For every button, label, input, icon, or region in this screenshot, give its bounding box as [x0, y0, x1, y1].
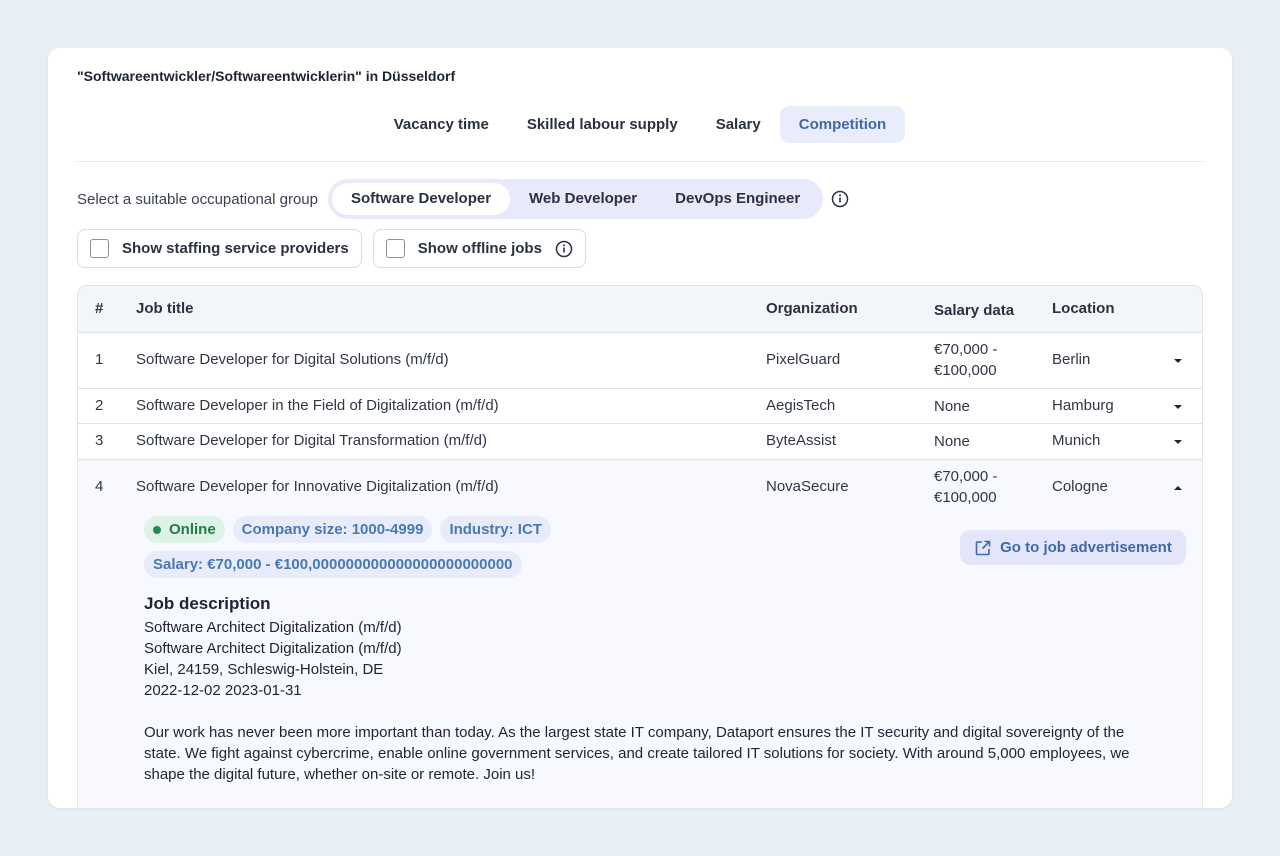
- row-location: Cologne: [1052, 478, 1108, 495]
- row-location: Berlin: [1052, 351, 1091, 368]
- header-location: Location: [1052, 300, 1115, 317]
- description-line: Software Architect Digitalization (m/f/d…: [144, 619, 402, 636]
- chevron-down-icon[interactable]: [1173, 356, 1183, 366]
- table-row[interactable]: 1 Software Developer for Digital Solutio…: [78, 333, 1202, 389]
- offline-jobs-checkbox[interactable]: Show offline jobs: [372, 229, 586, 268]
- table-row[interactable]: 2 Software Developer in the Field of Dig…: [78, 389, 1202, 424]
- info-icon[interactable]: [831, 190, 849, 208]
- row-job-title: Software Developer in the Field of Digit…: [136, 397, 499, 414]
- status-label: Online: [169, 521, 216, 538]
- row-salary: None: [934, 433, 970, 450]
- info-icon[interactable]: [555, 240, 573, 258]
- group-option-web-developer[interactable]: Web Developer: [510, 183, 656, 215]
- tab-bar: Vacancy time Skilled labour supply Salar…: [48, 106, 1232, 143]
- table-row-expanded[interactable]: 4 Software Developer for Innovative Digi…: [78, 460, 1202, 808]
- status-badge: Online: [144, 516, 225, 543]
- row-salary: €70,000 - €100,000: [934, 341, 998, 379]
- row-organization: NovaSecure: [766, 478, 849, 495]
- row-job-title: Software Developer for Digital Transform…: [136, 432, 487, 449]
- competition-card: "Softwareentwickler/Softwareentwicklerin…: [48, 48, 1232, 808]
- filter-checkboxes: Show staffing service providers Show off…: [77, 229, 586, 268]
- jobs-table: # Job title Organization Salary data Loc…: [77, 285, 1203, 808]
- chevron-up-icon[interactable]: [1173, 483, 1183, 493]
- header-organization: Organization: [766, 300, 858, 317]
- row-organization: PixelGuard: [766, 351, 841, 368]
- row-salary: None: [934, 398, 970, 415]
- salary-chip: Salary: €70,000 - €100,00000000000000000…: [144, 551, 522, 578]
- chevron-down-icon[interactable]: [1173, 437, 1183, 447]
- row-num: 4: [95, 478, 104, 495]
- page-title: "Softwareentwickler/Softwareentwicklerin…: [77, 68, 456, 84]
- industry-chip: Industry: ICT: [440, 516, 551, 543]
- description-paragraph: Our work has never been more important t…: [144, 724, 1130, 783]
- table-row[interactable]: 3 Software Developer for Digital Transfo…: [78, 424, 1202, 460]
- row-job-title: Software Developer for Digital Solutions…: [136, 351, 449, 368]
- go-to-job-advertisement-button[interactable]: Go to job advertisement: [960, 530, 1186, 565]
- chevron-down-icon[interactable]: [1173, 402, 1183, 412]
- header-job-title: Job title: [136, 300, 194, 317]
- tab-competition[interactable]: Competition: [779, 106, 906, 143]
- header-salary-data: Salary data: [934, 302, 1015, 319]
- description-heading: Job description: [144, 594, 271, 613]
- occupational-group-label: Select a suitable occupational group: [77, 190, 318, 208]
- group-option-software-developer[interactable]: Software Developer: [332, 183, 511, 215]
- row-location: Munich: [1052, 432, 1101, 449]
- external-link-icon: [975, 540, 991, 555]
- group-option-devops-engineer[interactable]: DevOps Engineer: [656, 183, 819, 215]
- row-organization: ByteAssist: [766, 432, 837, 449]
- row-num: 2: [95, 397, 104, 414]
- divider: [77, 161, 1203, 162]
- row-organization: AegisTech: [766, 397, 836, 414]
- company-size-chip: Company size: 1000-4999: [232, 516, 433, 543]
- row-location: Hamburg: [1052, 397, 1114, 414]
- header-num: #: [95, 300, 104, 317]
- tab-salary[interactable]: Salary: [697, 106, 780, 143]
- job-description: Job description Software Architect Digit…: [144, 593, 1164, 785]
- checkbox-box[interactable]: [90, 239, 109, 258]
- staffing-providers-checkbox[interactable]: Show staffing service providers: [77, 229, 362, 268]
- occupational-group-selector: Software Developer Web Developer DevOps …: [328, 179, 824, 219]
- table-header: # Job title Organization Salary data Loc…: [78, 286, 1202, 333]
- offline-jobs-label: Show offline jobs: [417, 240, 542, 257]
- row-salary: €70,000 - €100,000: [934, 468, 998, 506]
- description-line: 2022-12-02 2023-01-31: [144, 682, 302, 699]
- row-num: 1: [95, 351, 104, 368]
- staffing-providers-label: Show staffing service providers: [122, 240, 349, 257]
- tab-vacancy-time[interactable]: Vacancy time: [375, 106, 508, 143]
- row-num: 3: [95, 432, 104, 449]
- description-line: Kiel, 24159, Schleswig-Holstein, DE: [144, 661, 384, 678]
- go-button-label: Go to job advertisement: [1000, 539, 1172, 556]
- checkbox-box[interactable]: [385, 239, 405, 258]
- job-tags: Online Company size: 1000-4999 Industry:…: [144, 516, 564, 578]
- online-dot-icon: [153, 525, 161, 534]
- occupational-group-row: Select a suitable occupational group Sof…: [77, 179, 849, 219]
- row-job-title: Software Developer for Innovative Digita…: [136, 478, 499, 495]
- description-line: Software Architect Digitalization (m/f/d…: [144, 640, 402, 657]
- tab-skilled-labour-supply[interactable]: Skilled labour supply: [508, 106, 697, 143]
